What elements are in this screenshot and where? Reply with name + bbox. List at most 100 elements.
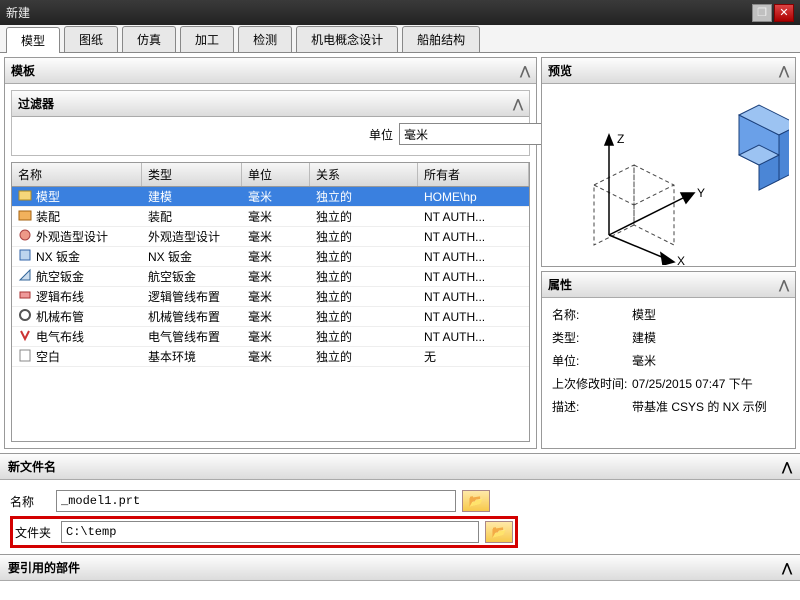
folder-icon: 📂 — [469, 494, 484, 508]
cell-owner: NT AUTH... — [418, 228, 529, 246]
cell-relation: 独立的 — [310, 306, 418, 327]
table-row[interactable]: 电气布线电气管线布置毫米独立的NT AUTH... — [12, 327, 529, 347]
cell-relation: 独立的 — [310, 187, 418, 207]
table-row[interactable]: 逻辑布线逻辑管线布置毫米独立的NT AUTH... — [12, 287, 529, 307]
template-icon — [18, 248, 32, 265]
table-row[interactable]: 空白基本环境毫米独立的无 — [12, 347, 529, 367]
filter-header: 过滤器 ⋀ — [12, 91, 529, 117]
col-relation[interactable]: 关系 — [310, 163, 418, 186]
prop-name-label: 名称: — [552, 306, 632, 323]
template-icon — [18, 268, 32, 285]
table-row[interactable]: 机械布管机械管线布置毫米独立的NT AUTH... — [12, 307, 529, 327]
collapse-icon[interactable]: ⋀ — [782, 460, 792, 474]
window-title: 新建 — [6, 4, 750, 21]
table-row[interactable]: 装配装配毫米独立的NT AUTH... — [12, 207, 529, 227]
cell-unit: 毫米 — [242, 346, 310, 367]
axis-z-label: Z — [617, 132, 624, 146]
titlebar: 新建 ❐ ✕ — [0, 0, 800, 25]
name-label: 名称 — [10, 493, 50, 510]
cell-type: 逻辑管线布置 — [142, 286, 242, 307]
collapse-icon[interactable]: ⋀ — [513, 97, 523, 111]
prop-unit-label: 单位: — [552, 352, 632, 369]
close-icon[interactable]: ✕ — [774, 4, 794, 22]
folder-row: 文件夹 📂 — [15, 521, 513, 543]
cell-type: 外观造型设计 — [142, 226, 242, 247]
folder-input[interactable] — [61, 521, 479, 543]
prop-modified-label: 上次修改时间: — [552, 375, 632, 392]
cell-relation: 独立的 — [310, 206, 418, 227]
newfile-section: 新文件名 ⋀ 名称 📂 文件夹 📂 — [0, 453, 800, 554]
table-row[interactable]: 航空钣金航空钣金毫米独立的NT AUTH... — [12, 267, 529, 287]
collapse-icon[interactable]: ⋀ — [520, 64, 530, 78]
col-unit[interactable]: 单位 — [242, 163, 310, 186]
col-name[interactable]: 名称 — [12, 163, 142, 186]
unit-input[interactable] — [399, 123, 563, 145]
cell-type: 电气管线布置 — [142, 326, 242, 347]
browse-name-button[interactable]: 📂 — [462, 490, 490, 512]
table-row[interactable]: 外观造型设计外观造型设计毫米独立的NT AUTH... — [12, 227, 529, 247]
refparts-section: 要引用的部件 ⋀ — [0, 554, 800, 581]
template-icon — [18, 288, 32, 305]
cell-relation: 独立的 — [310, 346, 418, 367]
browse-folder-button[interactable]: 📂 — [485, 521, 513, 543]
cell-owner: 无 — [418, 346, 529, 367]
template-icon — [18, 208, 32, 225]
cell-name: 航空钣金 — [12, 266, 142, 287]
prop-modified-value: 07/25/2015 07:47 下午 — [632, 375, 753, 392]
cell-name: 装配 — [12, 206, 142, 227]
table-row[interactable]: 模型建模毫米独立的HOME\hp — [12, 187, 529, 207]
templates-panel: 模板 ⋀ 过滤器 ⋀ 单位 名称 类型 单位 — [4, 57, 537, 449]
table-header: 名称 类型 单位 关系 所有者 — [12, 163, 529, 187]
refparts-header: 要引用的部件 ⋀ — [0, 555, 800, 581]
templates-header: 模板 ⋀ — [5, 58, 536, 84]
tab-inspection[interactable]: 检测 — [238, 26, 292, 52]
collapse-icon[interactable]: ⋀ — [779, 64, 789, 78]
tab-drawing[interactable]: 图纸 — [64, 26, 118, 52]
tab-ship[interactable]: 船舶结构 — [402, 26, 480, 52]
collapse-icon[interactable]: ⋀ — [779, 278, 789, 292]
cell-name: 电气布线 — [12, 326, 142, 347]
tab-mechatronics[interactable]: 机电概念设计 — [296, 26, 398, 52]
filter-panel: 过滤器 ⋀ 单位 — [11, 90, 530, 156]
folder-icon: 📂 — [492, 525, 507, 539]
cell-unit: 毫米 — [242, 187, 310, 207]
cell-owner: NT AUTH... — [418, 328, 529, 346]
restore-icon[interactable]: ❐ — [752, 4, 772, 22]
unit-label: 单位 — [369, 126, 393, 143]
prop-name-value: 模型 — [632, 306, 656, 323]
tab-machining[interactable]: 加工 — [180, 26, 234, 52]
template-icon — [18, 188, 32, 205]
cell-relation: 独立的 — [310, 246, 418, 267]
template-icon — [18, 348, 32, 365]
cell-type: 装配 — [142, 206, 242, 227]
folder-label: 文件夹 — [15, 524, 55, 541]
cell-unit: 毫米 — [242, 266, 310, 287]
table-row[interactable]: NX 钣金NX 钣金毫米独立的NT AUTH... — [12, 247, 529, 267]
template-icon — [18, 328, 32, 345]
cell-type: 建模 — [142, 187, 242, 207]
cell-owner: NT AUTH... — [418, 208, 529, 226]
axis-y-label: Y — [697, 186, 705, 200]
prop-type-label: 类型: — [552, 329, 632, 346]
cell-type: 基本环境 — [142, 346, 242, 367]
col-type[interactable]: 类型 — [142, 163, 242, 186]
col-owner[interactable]: 所有者 — [418, 163, 529, 186]
prop-desc-label: 描述: — [552, 398, 632, 415]
cell-unit: 毫米 — [242, 326, 310, 347]
template-icon — [18, 308, 32, 325]
prop-type-value: 建模 — [632, 329, 656, 346]
name-input[interactable] — [56, 490, 456, 512]
tab-simulation[interactable]: 仿真 — [122, 26, 176, 52]
cell-name: 机械布管 — [12, 306, 142, 327]
cell-unit: 毫米 — [242, 246, 310, 267]
cell-owner: NT AUTH... — [418, 248, 529, 266]
cell-relation: 独立的 — [310, 266, 418, 287]
newfile-header: 新文件名 ⋀ — [0, 454, 800, 480]
cell-owner: NT AUTH... — [418, 268, 529, 286]
collapse-icon[interactable]: ⋀ — [782, 561, 792, 575]
templates-table: 名称 类型 单位 关系 所有者 模型建模毫米独立的HOME\hp装配装配毫米独立… — [11, 162, 530, 442]
cell-unit: 毫米 — [242, 206, 310, 227]
unit-combo[interactable] — [399, 123, 519, 145]
tab-model[interactable]: 模型 — [6, 27, 60, 53]
cell-relation: 独立的 — [310, 326, 418, 347]
